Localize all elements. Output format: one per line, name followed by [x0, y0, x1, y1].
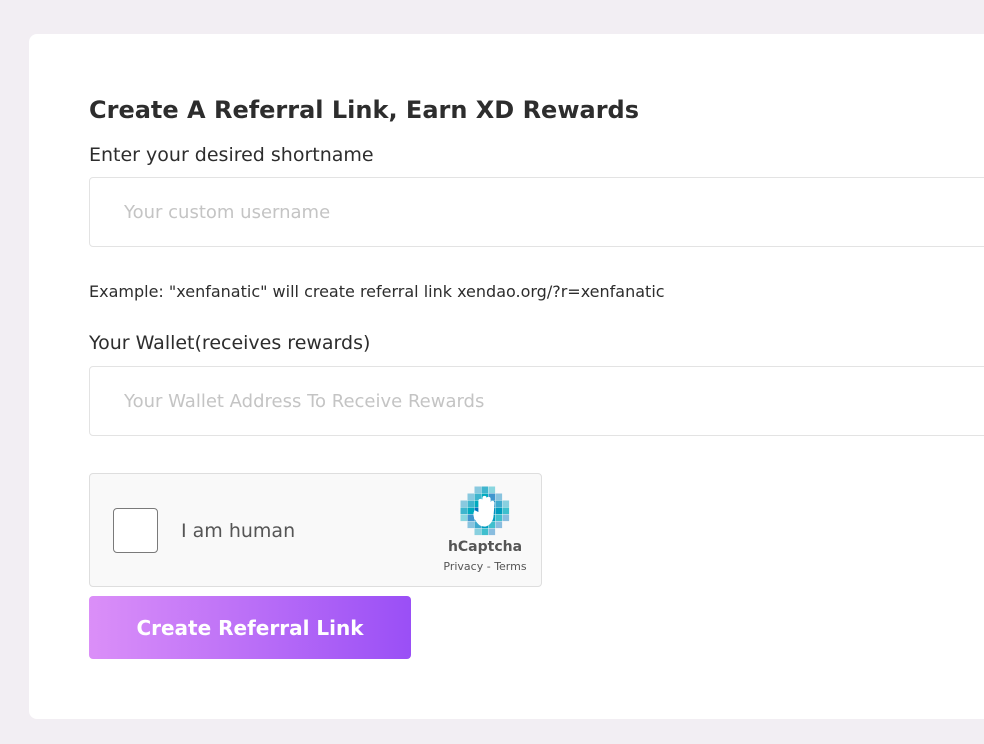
hcaptcha-hand-icon	[460, 486, 510, 536]
captcha-brand: hCaptcha	[447, 539, 523, 555]
wallet-label: Your Wallet(receives rewards)	[89, 332, 371, 354]
hcaptcha-widget: I am human hCaptcha Privacy - Terms	[89, 473, 542, 587]
captcha-terms-link[interactable]: Terms	[494, 560, 526, 573]
captcha-checkbox[interactable]	[113, 508, 158, 553]
example-text: Example: "xenfanatic" will create referr…	[89, 282, 665, 301]
captcha-links: Privacy - Terms	[410, 560, 560, 574]
captcha-privacy-link[interactable]: Privacy	[443, 560, 483, 573]
form-title: Create A Referral Link, Earn XD Rewards	[89, 96, 639, 124]
shortname-label: Enter your desired shortname	[89, 144, 374, 166]
captcha-checkbox-label: I am human	[181, 520, 296, 542]
shortname-input[interactable]	[89, 177, 984, 247]
create-referral-link-button[interactable]: Create Referral Link	[89, 596, 411, 659]
wallet-input[interactable]	[89, 366, 984, 436]
captcha-links-separator: -	[483, 560, 495, 573]
